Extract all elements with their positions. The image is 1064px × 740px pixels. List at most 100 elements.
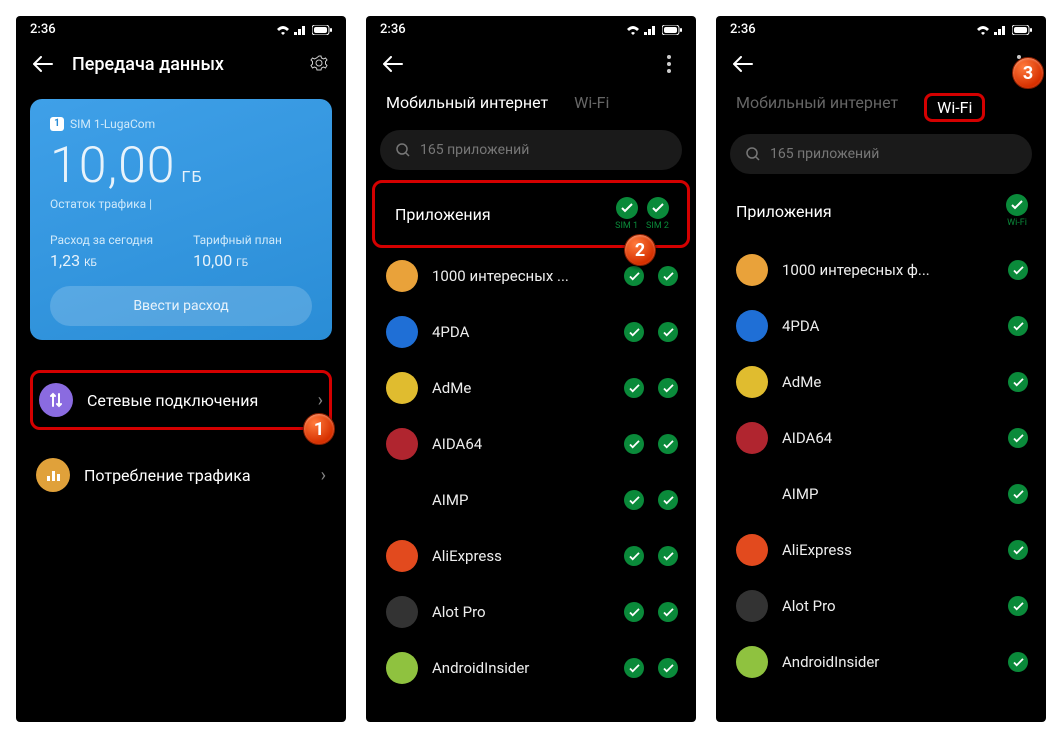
check-toggle[interactable]	[658, 602, 678, 622]
app-row[interactable]: Alot Pro	[366, 584, 696, 640]
more-button[interactable]	[658, 53, 680, 75]
check-toggle[interactable]	[1008, 484, 1028, 504]
list-header-label: Приложения	[736, 202, 998, 221]
today-value: 1,23 КБ	[50, 251, 153, 270]
app-name: 4PDA	[432, 323, 610, 341]
search-placeholder: 165 приложений	[770, 146, 879, 162]
app-row[interactable]: AliExpress	[366, 528, 696, 584]
status-bar: 2:36	[716, 16, 1046, 39]
gear-icon	[309, 54, 329, 74]
check-toggle[interactable]	[658, 546, 678, 566]
plan-value: 10,00 ГБ	[193, 251, 282, 270]
check-toggle[interactable]	[1008, 596, 1028, 616]
balance-unit: ГБ	[182, 167, 203, 186]
check-toggle[interactable]	[658, 378, 678, 398]
traffic-consumption-item[interactable]: Потребление трафика ›	[30, 448, 332, 502]
app-row[interactable]: 4PDA	[716, 298, 1046, 354]
tab-mobile[interactable]: Мобильный интернет	[736, 93, 898, 122]
screen1-header: Передача данных	[16, 39, 346, 89]
back-arrow-icon	[383, 56, 403, 72]
enter-usage-button[interactable]: Ввести расход	[50, 286, 312, 326]
app-row[interactable]: AIDA64	[366, 416, 696, 472]
check-toggle[interactable]	[624, 546, 644, 566]
check-toggle[interactable]	[1008, 652, 1028, 672]
app-icon	[736, 590, 768, 622]
app-icon	[386, 596, 418, 628]
check-toggle[interactable]	[658, 490, 678, 510]
app-name: AIMP	[432, 491, 610, 509]
check-toggle[interactable]	[658, 658, 678, 678]
app-checks	[1008, 484, 1028, 504]
network-connections-item[interactable]: Сетевые подключения › 1	[30, 370, 332, 430]
app-icon	[736, 422, 768, 454]
screen2-header	[366, 39, 696, 89]
app-row[interactable]: AIDA64	[716, 410, 1046, 466]
status-icons	[626, 25, 682, 35]
search-input[interactable]: 165 приложений	[730, 134, 1032, 174]
check-toggle[interactable]	[624, 658, 644, 678]
today-label: Расход за сегодня	[50, 233, 153, 247]
app-name: 1000 интересных ф...	[782, 261, 994, 279]
app-icon	[736, 366, 768, 398]
search-icon	[746, 147, 760, 161]
app-row[interactable]: AdMe	[716, 354, 1046, 410]
app-row[interactable]: AliExpress	[716, 522, 1046, 578]
app-row[interactable]: 4PDA	[366, 304, 696, 360]
card-stats-row: Расход за сегодня 1,23 КБ Тарифный план …	[50, 233, 312, 270]
app-row[interactable]: AndroidInsider	[366, 640, 696, 696]
data-usage-card: 1 SIM 1-LugaCom 10,00 ГБ Остаток трафика…	[30, 99, 332, 340]
check-toggle[interactable]	[658, 322, 678, 342]
check-toggle[interactable]	[624, 378, 644, 398]
tab-mobile[interactable]: Мобильный интернет	[386, 93, 548, 118]
back-button[interactable]	[32, 53, 54, 75]
check-toggle[interactable]	[624, 434, 644, 454]
check-toggle[interactable]	[1008, 372, 1028, 392]
app-row[interactable]: AIMP	[366, 472, 696, 528]
check-toggle[interactable]	[624, 490, 644, 510]
app-name: AIDA64	[782, 429, 994, 447]
phone-screen-3: 2:36 Мобильный интернет Wi-Fi 3 165 прил…	[716, 16, 1046, 722]
cell-signal-icon	[994, 25, 1008, 35]
app-checks	[624, 434, 678, 454]
col-wifi[interactable]: Wi-Fi	[1006, 194, 1028, 228]
back-button[interactable]	[382, 53, 404, 75]
tab-wifi[interactable]: Wi-Fi	[574, 93, 609, 118]
app-icon	[386, 652, 418, 684]
tab-wifi[interactable]: Wi-Fi	[924, 93, 985, 122]
app-icon	[386, 372, 418, 404]
check-toggle[interactable]	[624, 266, 644, 286]
check-toggle[interactable]	[658, 266, 678, 286]
app-row[interactable]: 1000 интересных ф...	[716, 242, 1046, 298]
app-checks	[624, 490, 678, 510]
status-icons	[276, 25, 332, 35]
status-bar: 2:36	[366, 16, 696, 39]
status-bar: 2:36	[16, 16, 346, 39]
app-name: Alot Pro	[432, 603, 610, 621]
app-row[interactable]: AdMe	[366, 360, 696, 416]
col-sim1[interactable]: SIM 1	[615, 197, 638, 231]
app-row[interactable]: AndroidInsider	[716, 634, 1046, 690]
col-sim2[interactable]: SIM 2	[646, 197, 669, 231]
chart-icon	[36, 458, 70, 492]
list-header-label: Приложения	[395, 205, 607, 224]
app-name: 1000 интересных ...	[432, 267, 610, 285]
check-toggle[interactable]	[1008, 316, 1028, 336]
check-toggle[interactable]	[1008, 260, 1028, 280]
check-toggle[interactable]	[1008, 428, 1028, 448]
app-row[interactable]: AIMP	[716, 466, 1046, 522]
app-icon	[386, 428, 418, 460]
app-row[interactable]: Alot Pro	[716, 578, 1046, 634]
plan-label: Тарифный план	[193, 233, 282, 247]
check-toggle[interactable]	[658, 434, 678, 454]
search-input[interactable]: 165 приложений	[380, 130, 682, 170]
check-toggle[interactable]	[1008, 540, 1028, 560]
phone-screen-2: 2:36 Мобильный интернет Wi-Fi 165 прилож…	[366, 16, 696, 722]
app-icon	[386, 484, 418, 516]
annotation-badge-3: 3	[1012, 57, 1044, 89]
settings-button[interactable]	[308, 53, 330, 75]
app-name: 4PDA	[782, 317, 994, 335]
check-toggle[interactable]	[624, 602, 644, 622]
check-toggle[interactable]	[624, 322, 644, 342]
app-list: 1000 интересных ф...4PDAAdMeAIDA64AIMPAl…	[716, 242, 1046, 690]
back-button[interactable]	[732, 53, 754, 75]
